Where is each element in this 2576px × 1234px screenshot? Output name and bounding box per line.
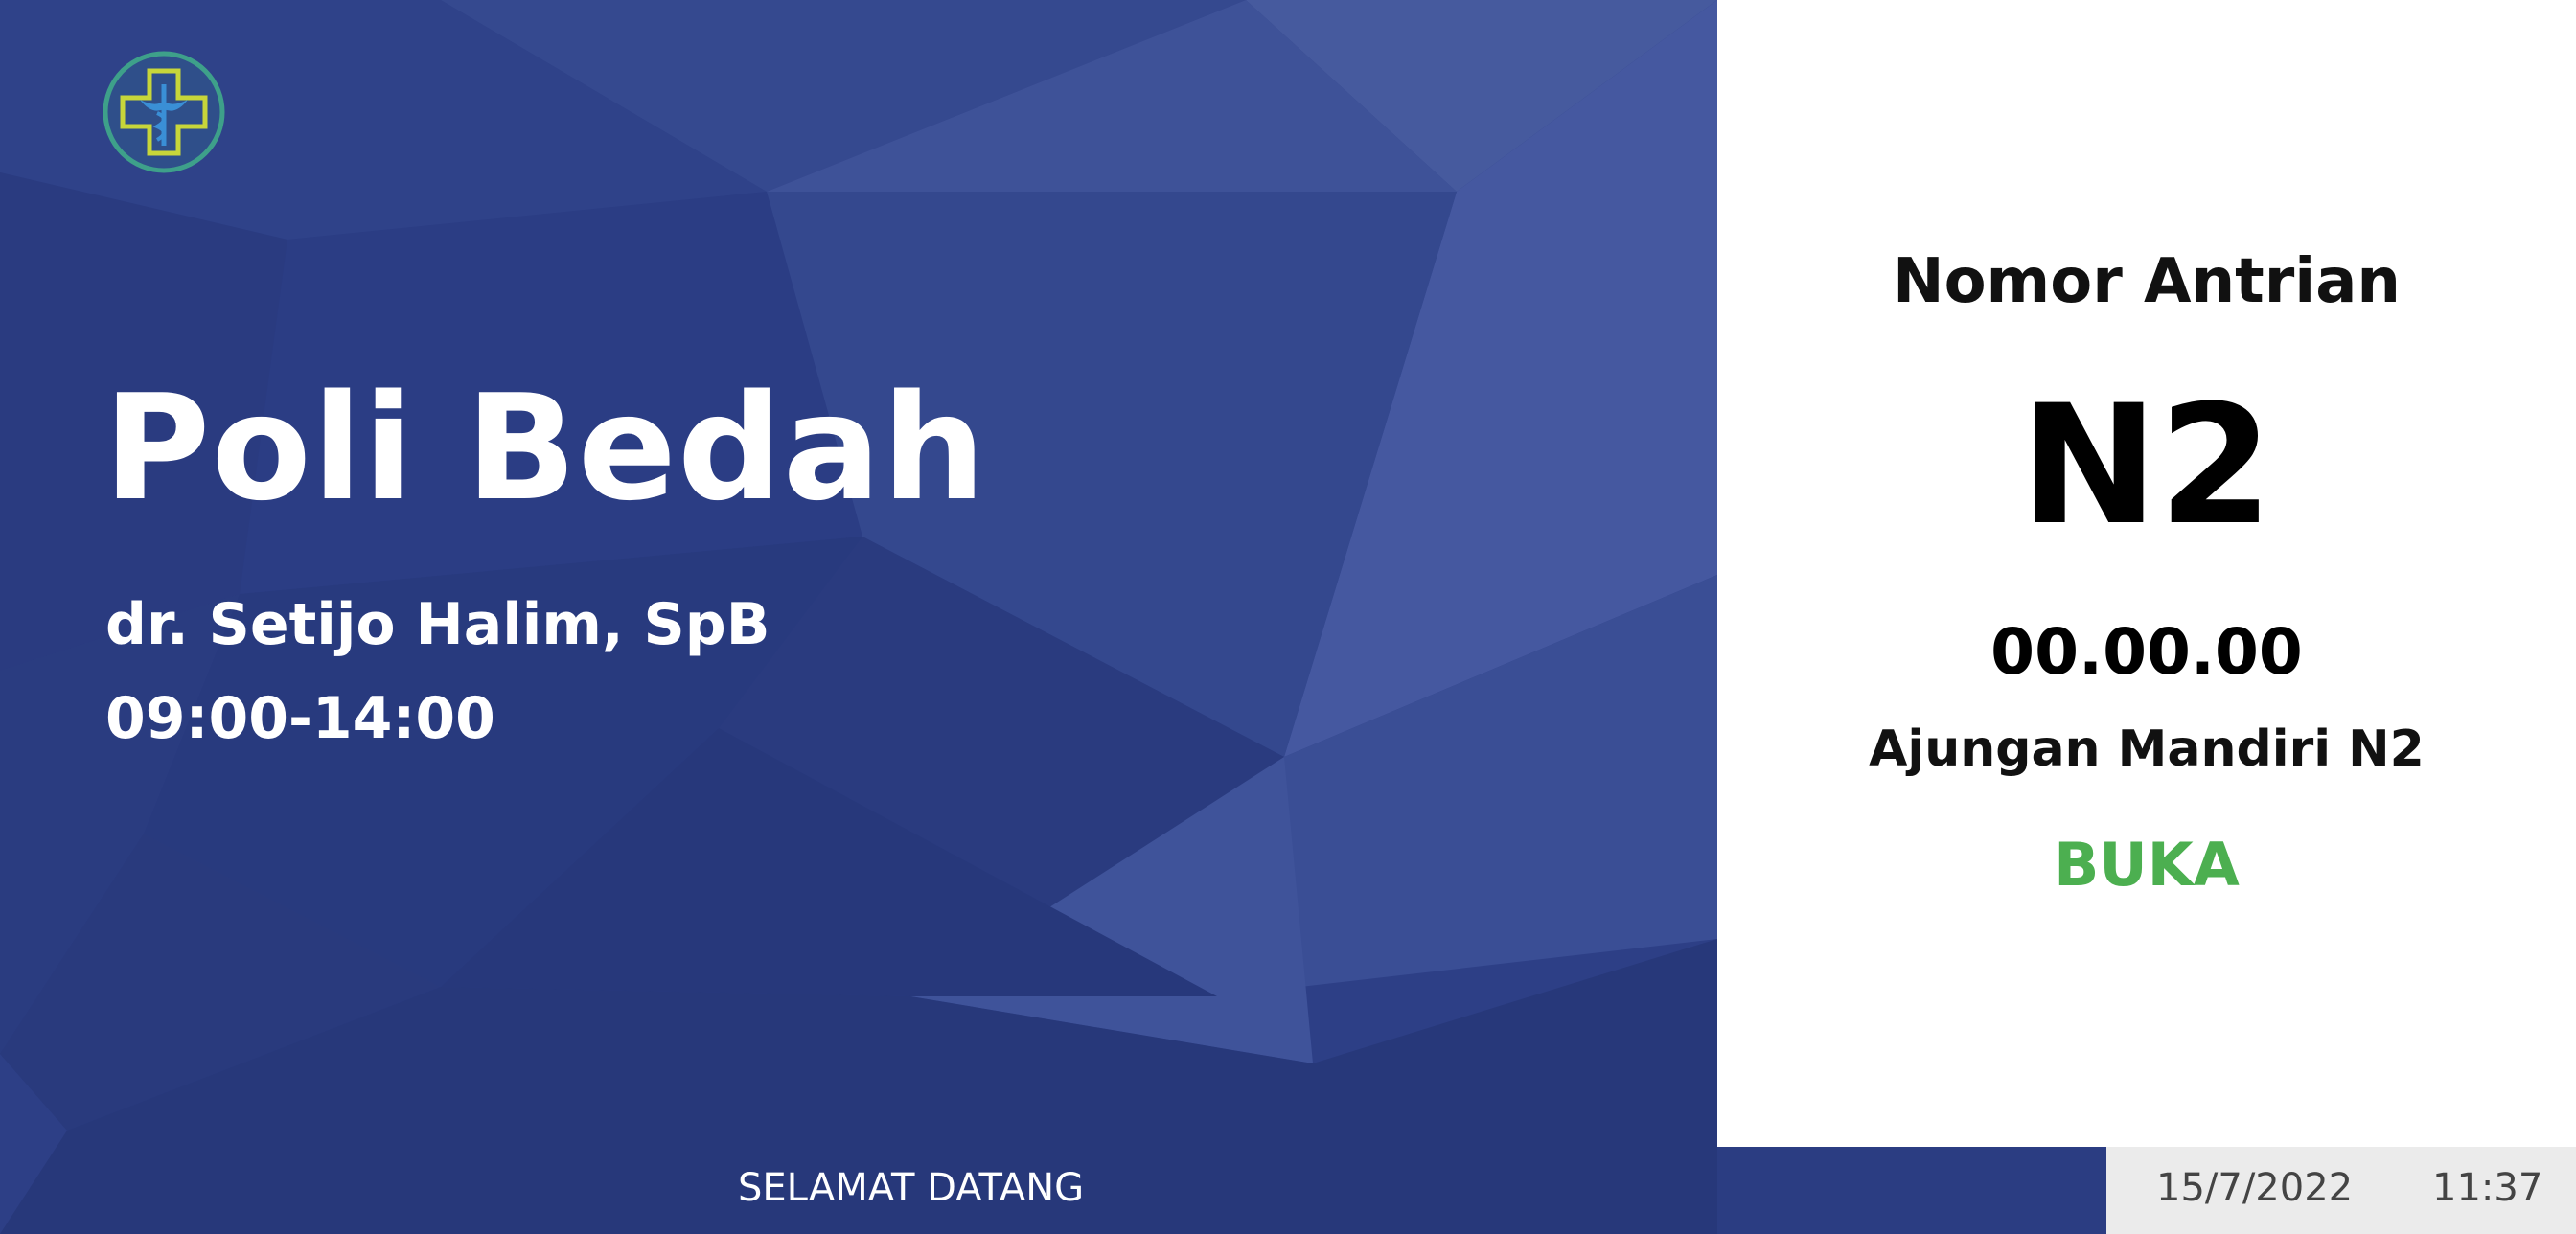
- queue-panel: Nomor Antrian N2 00.00.00 Ajungan Mandir…: [1717, 0, 2576, 1147]
- practice-schedule: 09:00-14:00: [105, 685, 495, 752]
- doctor-name: dr. Setijo Halim, SpB: [105, 591, 770, 658]
- queue-display-screen: Poli Bedah dr. Setijo Halim, SpB 09:00-1…: [0, 0, 2576, 1234]
- current-time: 11:37: [2432, 1166, 2543, 1210]
- current-date: 15/7/2022: [2156, 1166, 2354, 1210]
- queue-number: N2: [2020, 369, 2273, 561]
- medical-cross-caduceus-icon: [103, 51, 225, 173]
- counter-name: Ajungan Mandiri N2: [1869, 720, 2425, 778]
- queue-label: Nomor Antrian: [1893, 246, 2401, 317]
- welcome-marquee: SELAMAT DATANG: [738, 1166, 1085, 1210]
- clinic-name: Poli Bedah: [104, 363, 987, 533]
- status-badge: BUKA: [2054, 830, 2240, 900]
- queue-time: 00.00.00: [1990, 615, 2303, 689]
